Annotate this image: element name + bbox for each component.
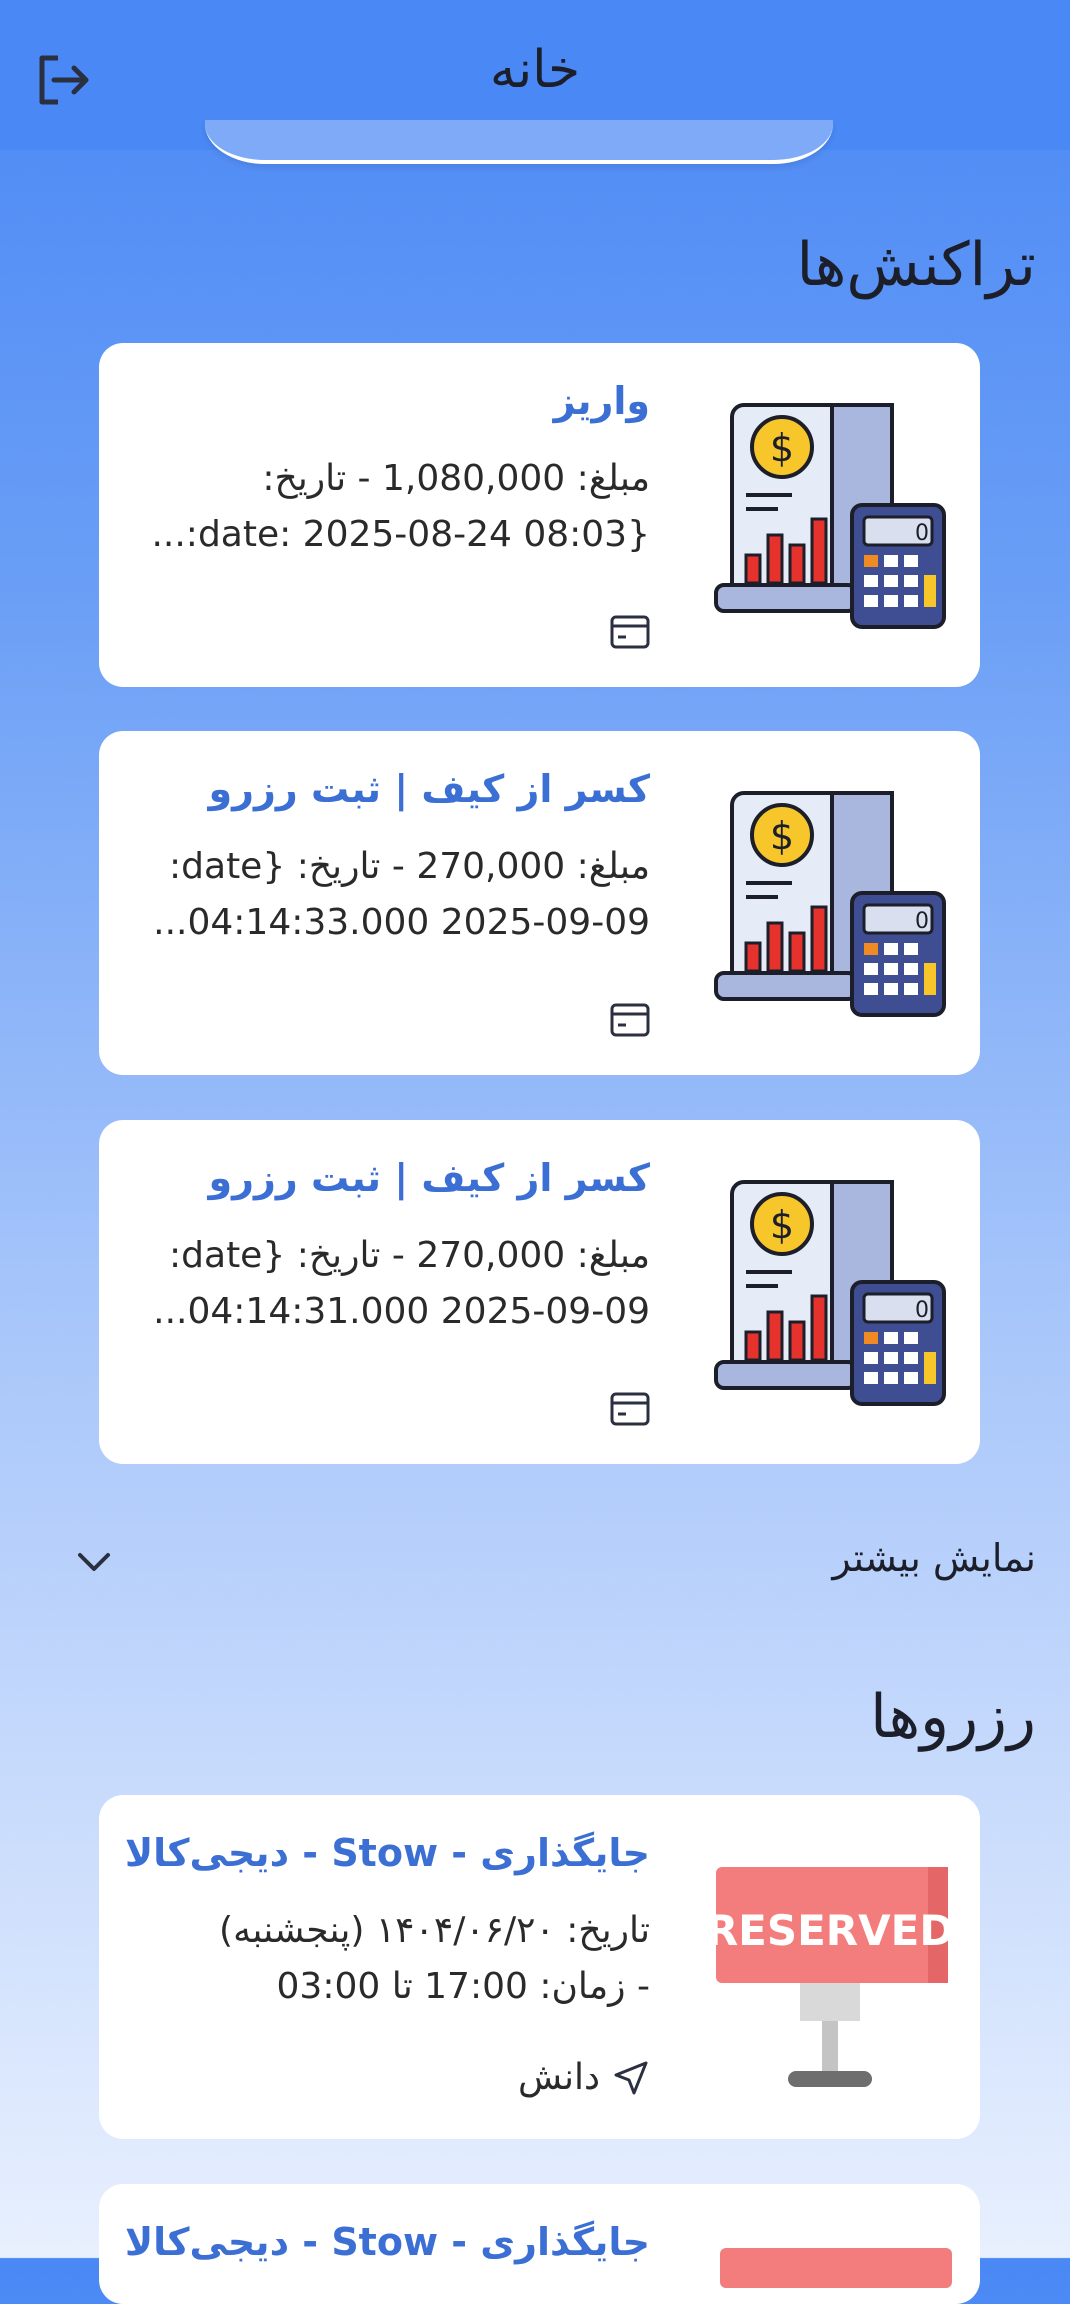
reservation-card[interactable]: جایگذاری - Stow - دیجی‌کالا (99, 2184, 980, 2304)
svg-text:$: $ (770, 1203, 794, 1247)
svg-text:0: 0 (915, 909, 929, 934)
transaction-line1: مبلغ: 270,000 - تاریخ: {date: (169, 1235, 650, 1276)
svg-text:$: $ (770, 426, 794, 470)
reservation-title: جایگذاری - Stow - دیجی‌کالا (124, 2220, 650, 2264)
reservation-card[interactable]: RESERVED جایگذاری - Stow - دیجی‌کالا تار… (99, 1795, 980, 2139)
transaction-line2: 2025-09-09 04:14:33.000... (153, 902, 650, 943)
transactions-title: تراکنش‌ها (796, 230, 1036, 300)
transaction-details: مبلغ: 270,000 - تاریخ: {date: 2025-09-09… (130, 1228, 650, 1340)
transaction-card[interactable]: $ 0 کسر از کیف | ثبت رزرو مبلغ: 270,000 … (99, 1120, 980, 1464)
transaction-title: واریز (553, 379, 650, 423)
search-bar-edge[interactable] (205, 120, 833, 164)
transaction-title: کسر از کیف | ثبت رزرو (208, 1156, 650, 1200)
reservation-location: دانش (518, 2057, 650, 2098)
transaction-details: مبلغ: 1,080,000 - تاریخ: {date: 2025-08-… (130, 451, 650, 563)
svg-text:$: $ (770, 814, 794, 858)
reserved-badge-text: RESERVED (712, 1906, 952, 1955)
svg-text:0: 0 (915, 1298, 929, 1323)
chevron-down-icon (78, 1553, 110, 1571)
reservation-time: - زمان: 17:00 تا 03:00 (276, 1966, 650, 2007)
show-more-label: نمایش بیشتر (832, 1536, 1036, 1580)
reserved-sign-icon (720, 2248, 952, 2288)
transaction-card[interactable]: $ 0 واریز مبلغ: 1,080,000 - تاریخ: {date… (99, 343, 980, 687)
credit-card-icon (610, 1392, 650, 1426)
page-title: خانه (489, 40, 581, 100)
calculator-report-icon: $ 0 (714, 403, 946, 629)
reservation-details: تاریخ: ۱۴۰۴/۰۶/۲۰ (پنجشنبه) - زمان: 17:0… (130, 1903, 650, 2015)
transaction-line1: مبلغ: 270,000 - تاریخ: {date: (169, 846, 650, 887)
reservation-date: تاریخ: ۱۴۰۴/۰۶/۲۰ (پنجشنبه) (219, 1910, 650, 1951)
transaction-line2: {date: 2025-08-24 08:03:... (151, 514, 650, 555)
calculator-report-icon: $ 0 (714, 1180, 946, 1406)
credit-card-icon (610, 1003, 650, 1037)
transaction-line1: مبلغ: 1,080,000 - تاریخ: (262, 458, 650, 499)
calculator-report-icon: $ 0 (714, 791, 946, 1017)
reservation-title: جایگذاری - Stow - دیجی‌کالا (124, 1831, 650, 1875)
reservations-title: رزروها (870, 1682, 1036, 1752)
navigation-arrow-icon (614, 2061, 648, 2094)
show-more-button[interactable]: نمایش بیشتر (0, 1520, 1070, 1600)
location-label: دانش (518, 2057, 600, 2098)
svg-text:0: 0 (915, 521, 929, 546)
transaction-details: مبلغ: 270,000 - تاریخ: {date: 2025-09-09… (130, 839, 650, 951)
transaction-line2: 2025-09-09 04:14:31.000... (153, 1291, 650, 1332)
credit-card-icon (610, 615, 650, 649)
transaction-title: کسر از کیف | ثبت رزرو (208, 767, 650, 811)
reserved-sign-icon: RESERVED (712, 1867, 952, 2087)
transaction-card[interactable]: $ 0 کسر از کیف | ثبت رزرو مبلغ: 270,000 … (99, 731, 980, 1075)
